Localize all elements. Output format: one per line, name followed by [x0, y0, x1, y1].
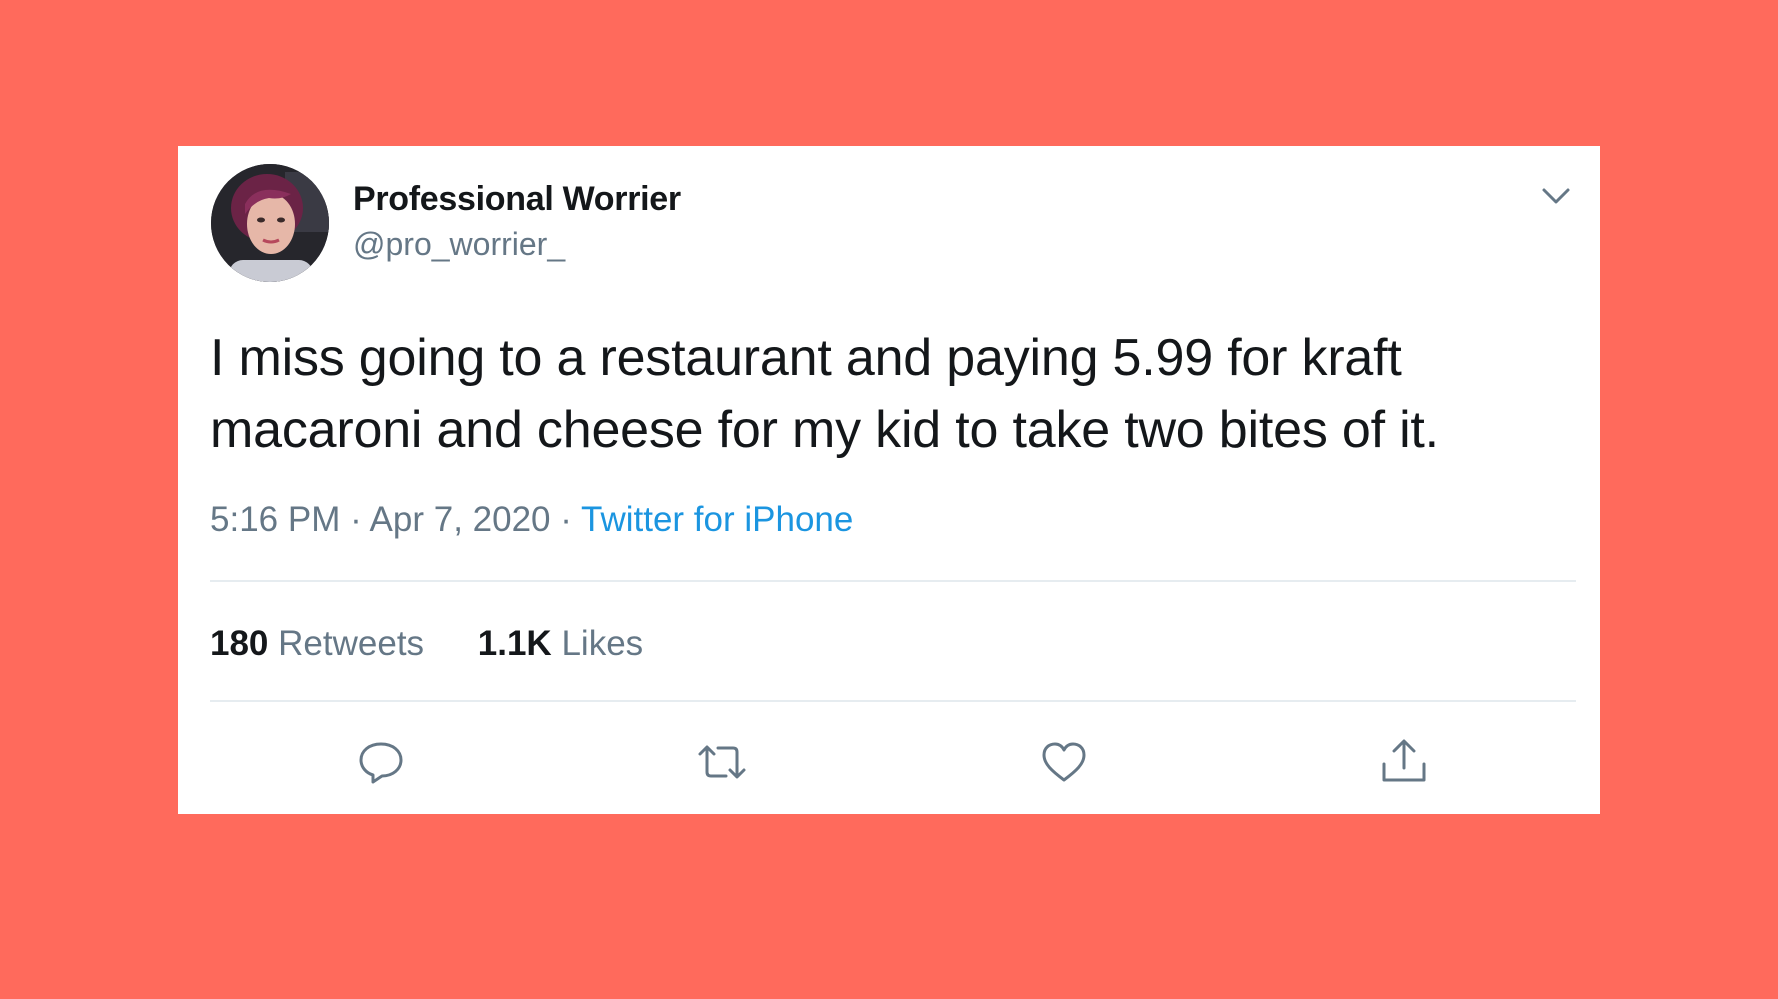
tweet-stats: 180 Retweets 1.1K Likes [210, 624, 687, 664]
heart-icon [1042, 742, 1086, 782]
tweet-text-line: I miss going to a restaurant and paying … [210, 329, 1402, 387]
reply-icon [359, 742, 403, 784]
retweets-stat[interactable]: 180 Retweets [210, 624, 424, 664]
divider [210, 700, 1576, 702]
share-button[interactable] [1378, 736, 1430, 788]
likes-stat[interactable]: 1.1K Likes [478, 624, 643, 664]
retweet-icon [698, 745, 746, 779]
tweet-meta: 5:16 PM · Apr 7, 2020 · Twitter for iPho… [210, 500, 853, 540]
chevron-down-icon[interactable] [1538, 182, 1574, 210]
share-icon [1382, 739, 1426, 782]
retweet-button[interactable] [696, 736, 748, 788]
likes-label: Likes [561, 624, 644, 663]
tweet-text: I miss going to a restaurant and paying … [210, 322, 1580, 466]
tweet-actions [178, 736, 1600, 796]
likes-count: 1.1K [477, 624, 552, 663]
meta-separator: · [560, 500, 572, 539]
user-handle[interactable]: @pro_worrier_ [353, 226, 565, 263]
tweet-date[interactable]: Apr 7, 2020 [370, 500, 551, 539]
meta-separator: · [350, 500, 362, 539]
tweet-text-line: macaroni and cheese for my kid to take t… [210, 401, 1439, 459]
tweet-card: Professional Worrier @pro_worrier_ I mis… [178, 146, 1600, 814]
avatar-image [211, 164, 329, 282]
retweets-count: 180 [210, 624, 269, 663]
tweet-time[interactable]: 5:16 PM [210, 500, 340, 539]
tweet-source-link[interactable]: Twitter for iPhone [581, 500, 853, 539]
avatar[interactable] [211, 164, 329, 282]
reply-button[interactable] [355, 736, 407, 788]
divider [210, 580, 1576, 582]
like-button[interactable] [1038, 736, 1090, 788]
display-name[interactable]: Professional Worrier [353, 180, 681, 219]
retweets-label: Retweets [278, 624, 425, 663]
